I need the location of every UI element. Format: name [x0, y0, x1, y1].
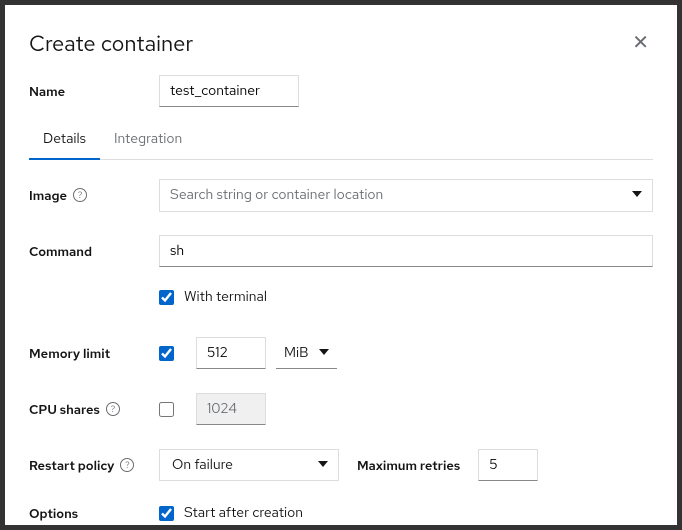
help-icon[interactable]: ?	[73, 188, 87, 202]
with-terminal-label: With terminal	[184, 288, 267, 306]
close-button[interactable]: ✕	[628, 29, 653, 57]
help-icon[interactable]: ?	[106, 402, 120, 416]
image-placeholder: Search string or container location	[170, 186, 383, 204]
restart-policy-select[interactable]: On failure	[159, 449, 339, 481]
name-label: Name	[29, 83, 159, 100]
command-input[interactable]	[159, 235, 653, 267]
name-input[interactable]	[159, 75, 299, 107]
terminal-row: With terminal	[29, 280, 653, 314]
retries-label: Maximum retries	[357, 457, 460, 474]
restart-label-text: Restart policy	[29, 457, 114, 474]
image-label: Image ?	[29, 187, 159, 204]
restart-row: Restart policy ? On failure Maximum retr…	[29, 448, 653, 482]
memory-unit-value: MiB	[284, 344, 309, 362]
start-after-label: Start after creation	[184, 504, 303, 522]
caret-down-icon	[318, 456, 328, 474]
command-row: Command	[29, 234, 653, 268]
help-icon[interactable]: ?	[120, 458, 134, 472]
memory-label: Memory limit	[29, 345, 159, 362]
cpu-row: CPU shares ?	[29, 392, 653, 426]
cpu-input[interactable]	[196, 393, 266, 425]
tab-integration[interactable]: Integration	[100, 120, 196, 160]
cpu-label: CPU shares ?	[29, 401, 159, 418]
memory-unit-select[interactable]: MiB	[276, 337, 337, 369]
memory-checkbox[interactable]	[159, 346, 174, 361]
modal-title: Create container	[29, 29, 193, 58]
restart-label: Restart policy ?	[29, 457, 159, 474]
close-icon: ✕	[632, 30, 649, 56]
restart-policy-value: On failure	[172, 456, 233, 474]
tabs: Details Integration	[29, 120, 653, 160]
modal-header: Create container ✕	[29, 29, 653, 74]
name-row: Name	[29, 74, 653, 108]
options-label: Options	[29, 505, 159, 522]
start-after-checkbox[interactable]	[159, 506, 174, 521]
cpu-label-text: CPU shares	[29, 401, 100, 418]
command-label: Command	[29, 243, 159, 260]
image-combobox[interactable]: Search string or container location	[159, 179, 653, 212]
image-row: Image ? Search string or container locat…	[29, 178, 653, 212]
memory-input[interactable]	[196, 337, 266, 369]
image-label-text: Image	[29, 187, 67, 204]
caret-down-icon	[632, 186, 642, 204]
options-row: Options Start after creation	[29, 496, 653, 525]
caret-down-icon	[319, 344, 329, 362]
memory-row: Memory limit MiB	[29, 336, 653, 370]
with-terminal-checkbox[interactable]	[159, 290, 174, 305]
retries-input[interactable]	[478, 449, 538, 481]
create-container-modal: Create container ✕ Name Details Integrat…	[5, 5, 677, 525]
cpu-checkbox[interactable]	[159, 402, 174, 417]
tab-details[interactable]: Details	[29, 120, 100, 160]
